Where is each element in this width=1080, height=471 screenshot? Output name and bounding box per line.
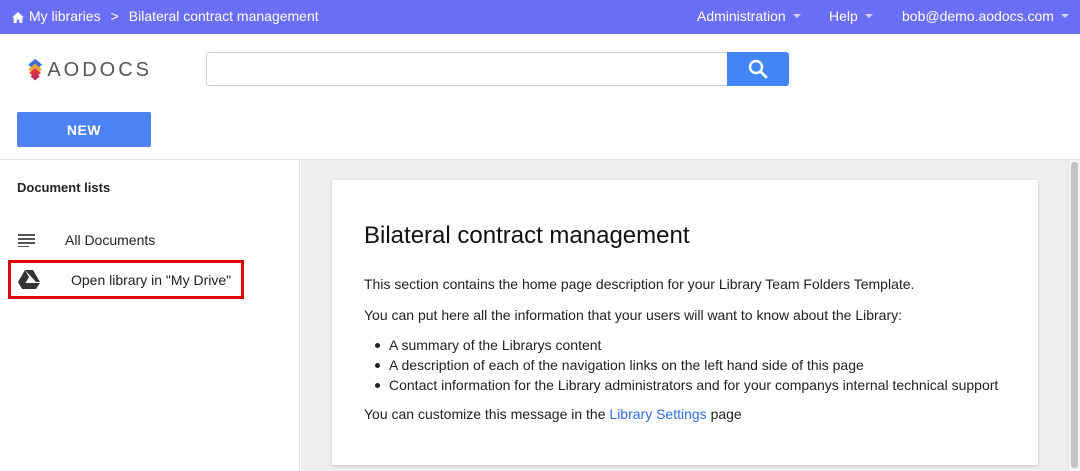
customize-text: You can customize this message in the Li…: [364, 406, 742, 422]
breadcrumb-home-label: My libraries: [29, 8, 101, 24]
top-navigation-bar: My libraries > Bilateral contract manage…: [0, 0, 1080, 34]
main-content: Bilateral contract management This secti…: [301, 160, 1068, 471]
chevron-down-icon: [1060, 14, 1069, 18]
sidebar: Document lists All Documents Open librar…: [0, 160, 300, 471]
list-item: A description of each of the navigation …: [372, 355, 998, 375]
page-title: Bilateral contract management: [364, 222, 690, 249]
library-description-card: Bilateral contract management This secti…: [332, 180, 1038, 465]
sidebar-title: Document lists: [17, 180, 111, 195]
breadcrumb-library-title[interactable]: Bilateral contract management: [129, 8, 319, 24]
customize-prefix: You can customize this message in the: [364, 406, 606, 422]
user-email: bob@demo.aodocs.com: [902, 8, 1054, 24]
sidebar-item-label: All Documents: [65, 231, 156, 248]
library-settings-link[interactable]: Library Settings: [609, 406, 706, 422]
administration-menu-label: Administration: [697, 8, 786, 24]
help-menu[interactable]: Help: [829, 8, 873, 24]
vertical-scrollbar[interactable]: [1068, 160, 1080, 471]
aodocs-logo-icon: [28, 58, 43, 81]
search-icon: [748, 59, 768, 79]
list-item: A summary of the Librarys content: [372, 335, 998, 355]
administration-menu[interactable]: Administration: [697, 8, 801, 24]
breadcrumb-home[interactable]: My libraries: [12, 8, 101, 24]
search-button[interactable]: [727, 52, 789, 86]
sidebar-item-open-in-my-drive[interactable]: Open library in "My Drive": [8, 260, 244, 299]
sidebar-item-label: Open library in "My Drive": [71, 271, 232, 288]
breadcrumb: My libraries > Bilateral contract manage…: [12, 8, 319, 24]
home-icon: [12, 11, 24, 23]
intro-text: This section contains the home page desc…: [364, 276, 915, 292]
chevron-down-icon: [792, 14, 801, 18]
sidebar-item-all-documents[interactable]: All Documents: [8, 221, 244, 258]
search-input[interactable]: [206, 52, 728, 86]
google-drive-icon: [11, 270, 51, 289]
user-menu[interactable]: bob@demo.aodocs.com: [902, 8, 1069, 24]
info-text: You can put here all the information tha…: [364, 307, 903, 323]
logo-wordmark: AODOCS: [47, 58, 152, 81]
list-icon: [8, 233, 48, 247]
list-item: Contact information for the Library admi…: [372, 375, 998, 395]
new-button[interactable]: NEW: [17, 112, 151, 147]
description-list: A summary of the Librarys content A desc…: [372, 335, 998, 395]
scrollbar-thumb[interactable]: [1071, 162, 1078, 468]
customize-suffix: page: [710, 406, 742, 422]
help-menu-label: Help: [829, 8, 858, 24]
aodocs-logo[interactable]: AODOCS: [27, 50, 152, 90]
chevron-down-icon: [864, 14, 873, 18]
breadcrumb-separator: >: [110, 8, 119, 24]
